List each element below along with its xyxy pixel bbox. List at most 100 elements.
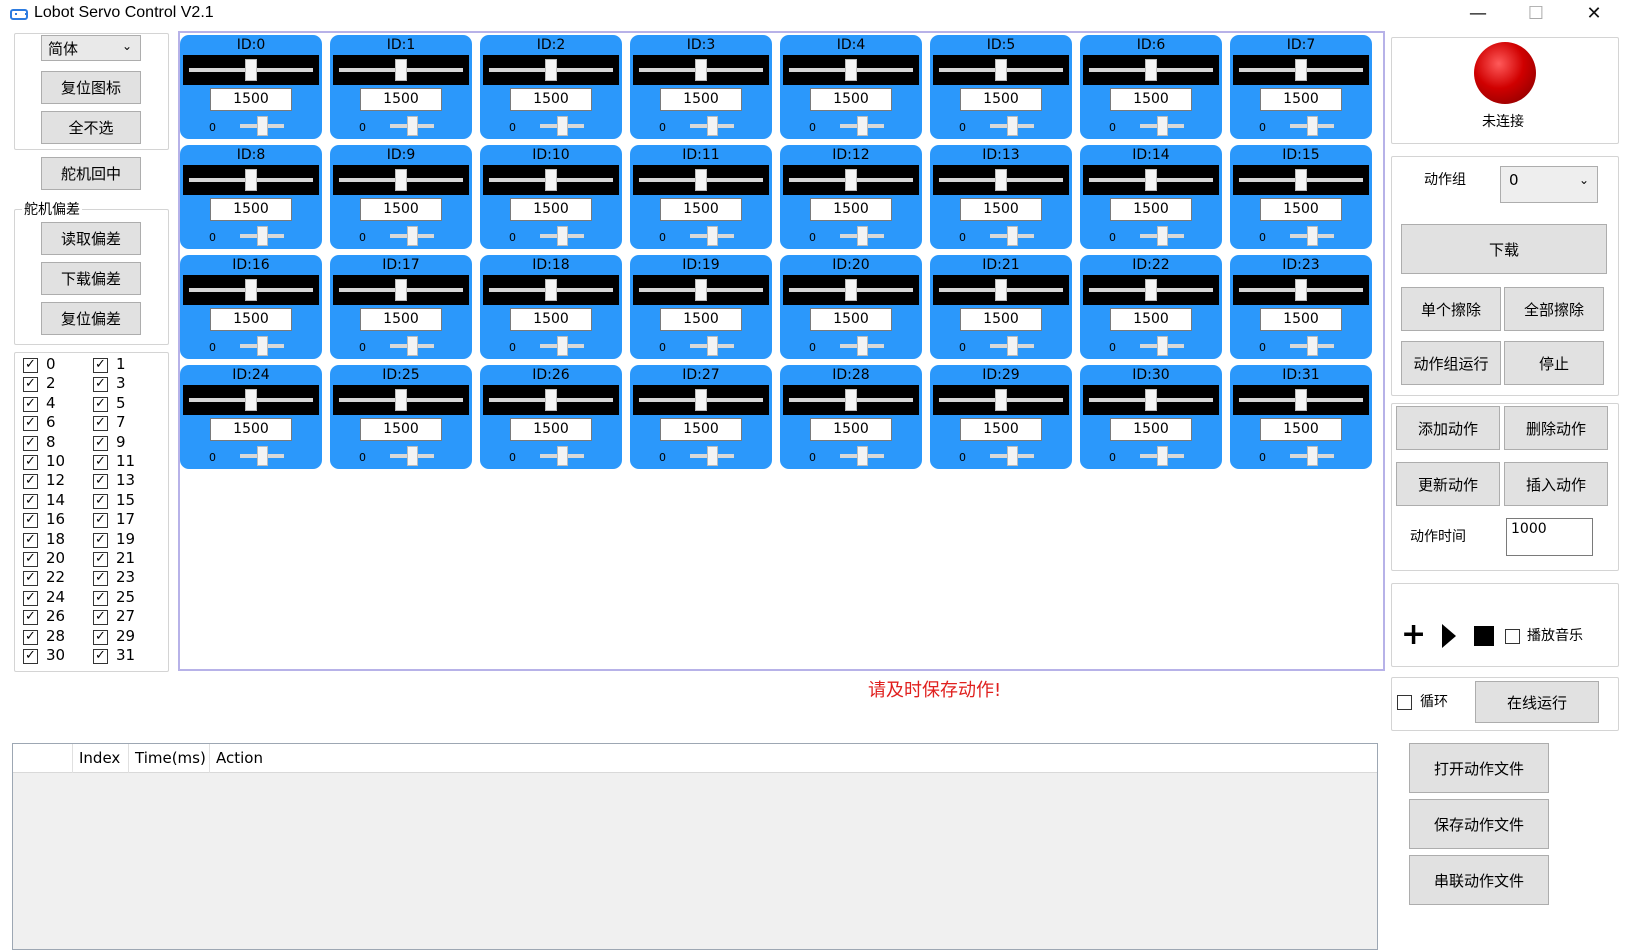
offset-slider-thumb[interactable]	[1157, 226, 1168, 246]
online-run-button[interactable]: 在线运行	[1475, 681, 1599, 723]
offset-slider-thumb[interactable]	[857, 116, 868, 136]
servo-value-field[interactable]: 1500	[960, 88, 1042, 111]
offset-slider-thumb[interactable]	[257, 336, 268, 356]
center-servo-button[interactable]: 舵机回中	[41, 157, 141, 190]
servo-checkbox[interactable]: ✓	[23, 377, 38, 393]
servo-value-field[interactable]: 1500	[360, 308, 442, 331]
offset-slider-thumb[interactable]	[1157, 336, 1168, 356]
offset-slider-thumb[interactable]	[1007, 446, 1018, 466]
offset-slider-thumb[interactable]	[707, 226, 718, 246]
offset-slider-thumb[interactable]	[707, 116, 718, 136]
servo-position-slider[interactable]	[483, 55, 619, 85]
minimize-button[interactable]: —	[1450, 0, 1506, 30]
plus-icon[interactable]: +	[1401, 620, 1426, 650]
slider-thumb[interactable]	[995, 279, 1007, 301]
maximize-button[interactable]: ☐	[1508, 0, 1564, 30]
offset-slider-thumb[interactable]	[1007, 336, 1018, 356]
servo-position-slider[interactable]	[333, 275, 469, 305]
offset-slider-thumb[interactable]	[407, 116, 418, 136]
servo-position-slider[interactable]	[483, 275, 619, 305]
slider-thumb[interactable]	[1145, 279, 1157, 301]
update-action-button[interactable]: 更新动作	[1396, 462, 1500, 506]
offset-slider-thumb[interactable]	[857, 446, 868, 466]
servo-position-slider[interactable]	[1083, 55, 1219, 85]
servo-value-field[interactable]: 1500	[960, 198, 1042, 221]
servo-position-slider[interactable]	[633, 165, 769, 195]
servo-value-field[interactable]: 1500	[1110, 308, 1192, 331]
slider-thumb[interactable]	[845, 389, 857, 411]
servo-value-field[interactable]: 1500	[210, 418, 292, 441]
slider-thumb[interactable]	[995, 169, 1007, 191]
servo-value-field[interactable]: 1500	[960, 308, 1042, 331]
action-group-select[interactable]: 0 ⌄	[1500, 166, 1598, 203]
servo-position-slider[interactable]	[933, 55, 1069, 85]
offset-slider-thumb[interactable]	[857, 336, 868, 356]
offset-slider-thumb[interactable]	[1157, 446, 1168, 466]
action-time-input[interactable]: 1000	[1506, 518, 1593, 556]
offset-slider-thumb[interactable]	[407, 336, 418, 356]
slider-thumb[interactable]	[245, 279, 257, 301]
servo-value-field[interactable]: 1500	[210, 88, 292, 111]
column-header-action[interactable]: Action	[210, 744, 330, 773]
slider-thumb[interactable]	[395, 279, 407, 301]
servo-position-slider[interactable]	[783, 275, 919, 305]
servo-checkbox[interactable]: ✓	[23, 552, 38, 567]
close-button[interactable]: ✕	[1566, 0, 1622, 30]
column-header-time[interactable]: Time(ms)	[129, 744, 210, 773]
servo-checkbox[interactable]: ✓	[93, 435, 108, 451]
offset-slider-thumb[interactable]	[707, 336, 718, 356]
servo-value-field[interactable]: 1500	[660, 418, 742, 441]
deselect-all-button[interactable]: 全不选	[41, 111, 141, 144]
slider-thumb[interactable]	[1145, 389, 1157, 411]
servo-checkbox[interactable]: ✓	[23, 590, 38, 606]
slider-thumb[interactable]	[1295, 169, 1307, 191]
slider-thumb[interactable]	[1295, 59, 1307, 81]
servo-position-slider[interactable]	[933, 275, 1069, 305]
servo-value-field[interactable]: 1500	[510, 88, 592, 111]
servo-checkbox[interactable]: ✓	[93, 396, 108, 412]
servo-value-field[interactable]: 1500	[660, 308, 742, 331]
offset-slider-thumb[interactable]	[1307, 446, 1318, 466]
servo-checkbox[interactable]: ✓	[23, 474, 38, 490]
servo-checkbox[interactable]: ✓	[93, 513, 108, 529]
servo-position-slider[interactable]	[1083, 275, 1219, 305]
servo-position-slider[interactable]	[633, 385, 769, 415]
servo-checkbox[interactable]: ✓	[23, 396, 38, 412]
slider-thumb[interactable]	[395, 59, 407, 81]
servo-value-field[interactable]: 1500	[510, 198, 592, 221]
servo-checkbox[interactable]: ✓	[93, 649, 108, 664]
servo-checkbox[interactable]: ✓	[23, 629, 38, 645]
servo-value-field[interactable]: 1500	[660, 88, 742, 111]
servo-checkbox[interactable]: ✓	[93, 474, 108, 490]
slider-thumb[interactable]	[545, 279, 557, 301]
servo-value-field[interactable]: 1500	[1260, 308, 1342, 331]
servo-position-slider[interactable]	[333, 55, 469, 85]
slider-thumb[interactable]	[695, 389, 707, 411]
servo-checkbox[interactable]: ✓	[23, 493, 38, 509]
servo-value-field[interactable]: 1500	[210, 198, 292, 221]
servo-checkbox[interactable]: ✓	[23, 532, 38, 548]
servo-checkbox[interactable]: ✓	[93, 590, 108, 606]
column-header-index[interactable]: Index	[73, 744, 129, 773]
servo-checkbox[interactable]: ✓	[93, 455, 108, 470]
play-icon[interactable]	[1442, 624, 1456, 648]
slider-thumb[interactable]	[395, 389, 407, 411]
servo-value-field[interactable]: 1500	[810, 308, 892, 331]
run-action-group-button[interactable]: 动作组运行	[1401, 341, 1501, 385]
servo-position-slider[interactable]	[1233, 385, 1369, 415]
servo-position-slider[interactable]	[783, 165, 919, 195]
servo-value-field[interactable]: 1500	[1110, 198, 1192, 221]
read-offset-button[interactable]: 读取偏差	[41, 222, 141, 255]
servo-checkbox[interactable]: ✓	[93, 610, 108, 626]
servo-checkbox[interactable]: ✓	[23, 455, 38, 470]
servo-checkbox[interactable]: ✓	[23, 416, 38, 432]
servo-value-field[interactable]: 1500	[960, 418, 1042, 441]
slider-thumb[interactable]	[545, 389, 557, 411]
servo-checkbox[interactable]: ✓	[93, 532, 108, 548]
slider-thumb[interactable]	[995, 59, 1007, 81]
offset-slider-thumb[interactable]	[407, 226, 418, 246]
servo-position-slider[interactable]	[933, 165, 1069, 195]
servo-position-slider[interactable]	[333, 165, 469, 195]
download-button[interactable]: 下载	[1401, 224, 1607, 274]
offset-slider-thumb[interactable]	[1007, 116, 1018, 136]
